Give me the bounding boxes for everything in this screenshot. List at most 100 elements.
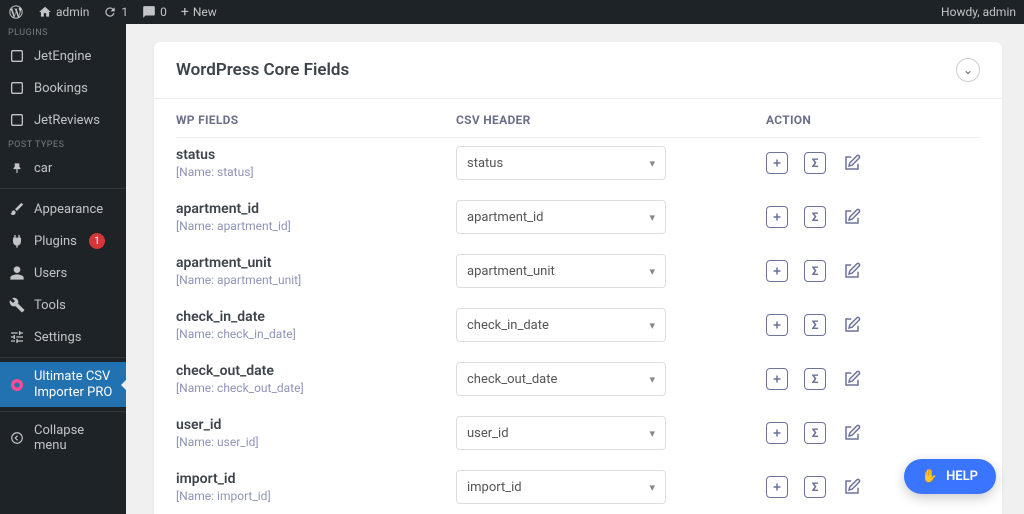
wordpress-icon: [8, 4, 24, 20]
action-cell: Σ: [766, 260, 980, 282]
field-row: import_id [Name: import_id] import_id ▾ …: [176, 462, 980, 514]
sidebar-item-label: Ultimate CSV Importer PRO: [34, 369, 118, 400]
formula-button[interactable]: Σ: [804, 206, 826, 228]
edit-button[interactable]: [842, 153, 862, 173]
csv-header-select[interactable]: apartment_unit ▾: [456, 254, 666, 288]
sidebar-item-label: JetReviews: [34, 113, 100, 128]
plus-icon: +: [181, 4, 189, 20]
formula-button[interactable]: Σ: [804, 314, 826, 336]
select-value: apartment_unit: [467, 264, 555, 279]
add-button[interactable]: [766, 422, 788, 444]
csv-header-cell: import_id ▾: [456, 470, 766, 504]
panel-body: WP FIELDS CSV HEADER ACTION status [Name…: [154, 99, 1002, 514]
wrench-icon: [8, 296, 26, 314]
sigma-icon: Σ: [812, 426, 819, 440]
field-name: apartment_unit: [176, 255, 456, 271]
csv-header-select[interactable]: user_id ▾: [456, 416, 666, 450]
site-name-link[interactable]: admin: [38, 5, 89, 19]
sigma-icon: Σ: [812, 480, 819, 494]
add-button[interactable]: [766, 152, 788, 174]
refresh-icon: [103, 5, 117, 19]
sidebar-item-appearance[interactable]: Appearance: [0, 193, 126, 225]
action-cell: Σ: [766, 206, 980, 228]
edit-button[interactable]: [842, 207, 862, 227]
formula-button[interactable]: Σ: [804, 476, 826, 498]
field-name: status: [176, 147, 456, 163]
csv-header-cell: status ▾: [456, 146, 766, 180]
greeting-label: Howdy, admin: [941, 5, 1016, 19]
sidebar-item-csv-importer[interactable]: Ultimate CSV Importer PRO: [0, 362, 126, 407]
add-button[interactable]: [766, 368, 788, 390]
comments-count: 0: [160, 5, 167, 19]
sidebar-item-jetengine[interactable]: JetEngine: [0, 40, 126, 72]
wp-field-cell: check_out_date [Name: check_out_date]: [176, 363, 456, 395]
csv-header-select[interactable]: check_in_date ▾: [456, 308, 666, 342]
field-name: check_in_date: [176, 309, 456, 325]
field-meta: [Name: apartment_unit]: [176, 273, 456, 287]
main-content: WordPress Core Fields ⌄ WP FIELDS CSV HE…: [126, 24, 1024, 514]
col-header-wp: WP FIELDS: [176, 113, 456, 127]
sidebar-item-users[interactable]: Users: [0, 257, 126, 289]
csv-header-select[interactable]: apartment_id ▾: [456, 200, 666, 234]
select-value: apartment_id: [467, 210, 544, 225]
chevron-down-icon: ▾: [649, 265, 655, 278]
select-value: check_in_date: [467, 318, 549, 333]
csv-header-select[interactable]: status ▾: [456, 146, 666, 180]
wp-field-cell: import_id [Name: import_id]: [176, 471, 456, 503]
add-button[interactable]: [766, 260, 788, 282]
field-row: user_id [Name: user_id] user_id ▾ Σ: [176, 408, 980, 462]
formula-button[interactable]: Σ: [804, 422, 826, 444]
sidebar-item-label: Collapse menu: [34, 423, 118, 453]
pin-icon: [8, 159, 26, 177]
new-link[interactable]: + New: [181, 4, 217, 20]
field-row: check_out_date [Name: check_out_date] ch…: [176, 354, 980, 408]
edit-button[interactable]: [842, 477, 862, 497]
sidebar-item-label: car: [34, 161, 52, 176]
csv-header-cell: check_in_date ▾: [456, 308, 766, 342]
collapse-menu[interactable]: Collapse menu: [0, 416, 126, 460]
edit-button[interactable]: [842, 369, 862, 389]
edit-button[interactable]: [842, 261, 862, 281]
csv-header-select[interactable]: check_out_date ▾: [456, 362, 666, 396]
updates-count: 1: [121, 5, 128, 19]
add-button[interactable]: [766, 314, 788, 336]
admin-toolbar: admin 1 0 + New Howdy, admin: [0, 0, 1024, 24]
sidebar-item-label: JetEngine: [34, 49, 91, 64]
sidebar-item-label: Bookings: [34, 81, 88, 96]
formula-button[interactable]: Σ: [804, 368, 826, 390]
comments-link[interactable]: 0: [142, 5, 167, 19]
field-name: user_id: [176, 417, 456, 433]
sidebar-item-plugins[interactable]: Plugins 1: [0, 225, 126, 257]
csv-header-cell: check_out_date ▾: [456, 362, 766, 396]
edit-button[interactable]: [842, 423, 862, 443]
field-meta: [Name: check_in_date]: [176, 327, 456, 341]
formula-button[interactable]: Σ: [804, 152, 826, 174]
formula-button[interactable]: Σ: [804, 260, 826, 282]
table-header-row: WP FIELDS CSV HEADER ACTION: [176, 99, 980, 138]
select-value: status: [467, 156, 503, 171]
wp-logo[interactable]: [8, 4, 24, 20]
user-greeting[interactable]: Howdy, admin: [941, 5, 1016, 19]
add-button[interactable]: [766, 476, 788, 498]
sigma-icon: Σ: [812, 372, 819, 386]
panel-collapse-button[interactable]: ⌄: [956, 58, 980, 82]
updates-link[interactable]: 1: [103, 5, 128, 19]
sidebar-item-bookings[interactable]: Bookings: [0, 72, 126, 104]
bookings-icon: [8, 79, 26, 97]
add-button[interactable]: [766, 206, 788, 228]
sigma-icon: Σ: [812, 156, 819, 170]
help-button[interactable]: ✋ HELP: [904, 459, 996, 494]
sidebar-item-tools[interactable]: Tools: [0, 289, 126, 321]
jetreviews-icon: [8, 111, 26, 129]
edit-button[interactable]: [842, 315, 862, 335]
collapse-icon: [8, 429, 26, 447]
help-label: HELP: [946, 469, 978, 484]
sidebar-item-jetreviews[interactable]: JetReviews: [0, 104, 126, 136]
panel-header: WordPress Core Fields ⌄: [154, 42, 1002, 99]
action-cell: Σ: [766, 422, 980, 444]
sidebar-item-car[interactable]: car: [0, 152, 126, 184]
csv-header-select[interactable]: import_id ▾: [456, 470, 666, 504]
brush-icon: [8, 200, 26, 218]
admin-sidebar: PLUGINS JetEngine Bookings JetReviews PO…: [0, 24, 126, 514]
sidebar-item-settings[interactable]: Settings: [0, 321, 126, 353]
